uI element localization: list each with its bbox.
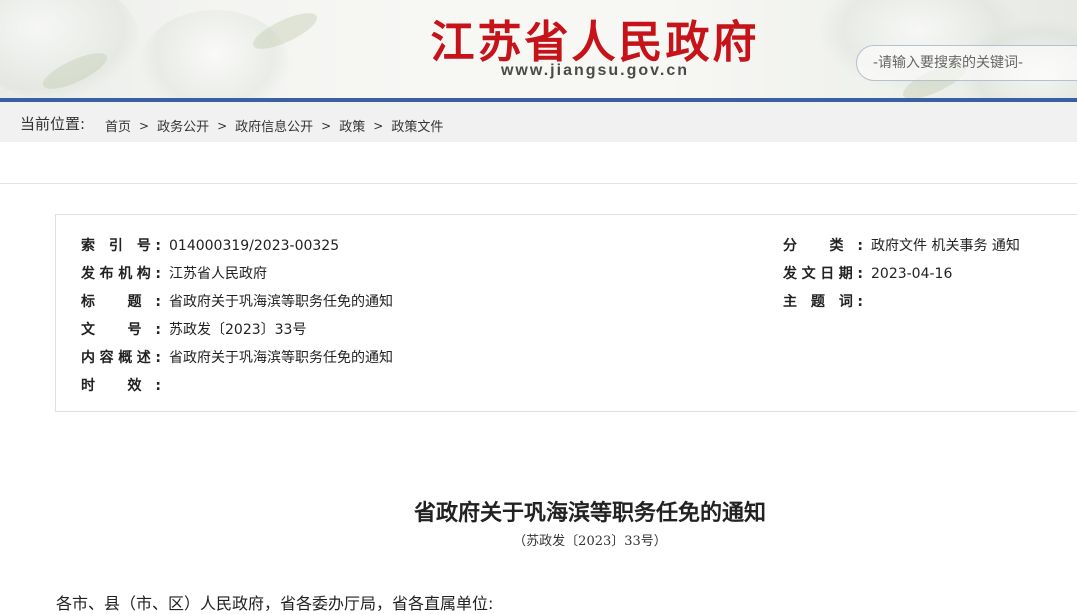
docno-label: 文 号:	[81, 322, 161, 338]
site-header: 江苏省人民政府 www.jiangsu.gov.cn	[0, 0, 1077, 98]
breadcrumb-item-policy-docs[interactable]: 政策文件	[391, 116, 443, 135]
breadcrumb-item-info-disclosure[interactable]: 政府信息公开	[235, 116, 313, 135]
issuer-value: 江苏省人民政府	[169, 266, 267, 282]
info-row-date: 发文日期: 2023-04-16	[783, 263, 952, 283]
section-divider	[0, 183, 1077, 184]
breadcrumb-separator: >	[217, 118, 228, 133]
index-value: 014000319/2023-00325	[169, 238, 340, 254]
breadcrumb-label: 当前位置:	[20, 115, 86, 133]
summary-value: 省政府关于巩海滨等职务任免的通知	[169, 350, 393, 366]
search-box	[856, 45, 1077, 81]
index-label: 索 引 号:	[81, 238, 161, 254]
category-label: 分 类:	[783, 238, 863, 254]
info-row-issuer: 发布机构: 江苏省人民政府	[81, 263, 267, 283]
breadcrumb-separator: >	[373, 118, 384, 133]
date-label: 发文日期:	[783, 266, 863, 282]
breadcrumb-item-home[interactable]: 首页	[105, 116, 131, 135]
breadcrumb-item-policy[interactable]: 政策	[339, 116, 365, 135]
breadcrumb-items: 首页 > 政务公开 > 政府信息公开 > 政策 > 政策文件	[105, 116, 443, 136]
category-value: 政府文件 机关事务 通知	[871, 238, 1020, 254]
search-input[interactable]	[857, 46, 1073, 80]
info-row-category: 分 类: 政府文件 机关事务 通知	[783, 235, 1020, 255]
breadcrumb-separator: >	[321, 118, 332, 133]
article-salutation: 各市、县（市、区）人民政府，省各委办厅局，省各直属单位:	[56, 594, 494, 613]
info-row-validity: 时 效:	[81, 375, 169, 395]
validity-label: 时 效:	[81, 378, 161, 394]
document-info-box: 索 引 号: 014000319/2023-00325 发布机构: 江苏省人民政府 …	[55, 214, 1077, 412]
breadcrumb-separator: >	[139, 118, 150, 133]
issuer-label: 发布机构:	[81, 266, 161, 282]
keywords-label: 主 题 词:	[783, 294, 863, 310]
summary-label: 内容概述:	[81, 350, 161, 366]
breadcrumb-item-gov-affairs[interactable]: 政务公开	[157, 116, 209, 135]
info-row-summary: 内容概述: 省政府关于巩海滨等职务任免的通知	[81, 347, 393, 367]
info-row-docno: 文 号: 苏政发〔2023〕33号	[81, 319, 306, 339]
title-value: 省政府关于巩海滨等职务任免的通知	[169, 294, 393, 310]
info-row-index: 索 引 号: 014000319/2023-00325	[81, 235, 339, 255]
info-row-title: 标 题: 省政府关于巩海滨等职务任免的通知	[81, 291, 393, 311]
article-doc-number: （苏政发〔2023〕33号）	[513, 534, 667, 549]
date-value: 2023-04-16	[871, 266, 953, 282]
title-label: 标 题:	[81, 294, 161, 310]
info-row-keywords: 主 题 词:	[783, 291, 871, 311]
breadcrumb: 当前位置: 首页 > 政务公开 > 政府信息公开 > 政策 > 政策文件	[0, 102, 1077, 142]
article-title: 省政府关于巩海滨等职务任免的通知	[413, 500, 766, 526]
docno-value: 苏政发〔2023〕33号	[169, 322, 307, 338]
